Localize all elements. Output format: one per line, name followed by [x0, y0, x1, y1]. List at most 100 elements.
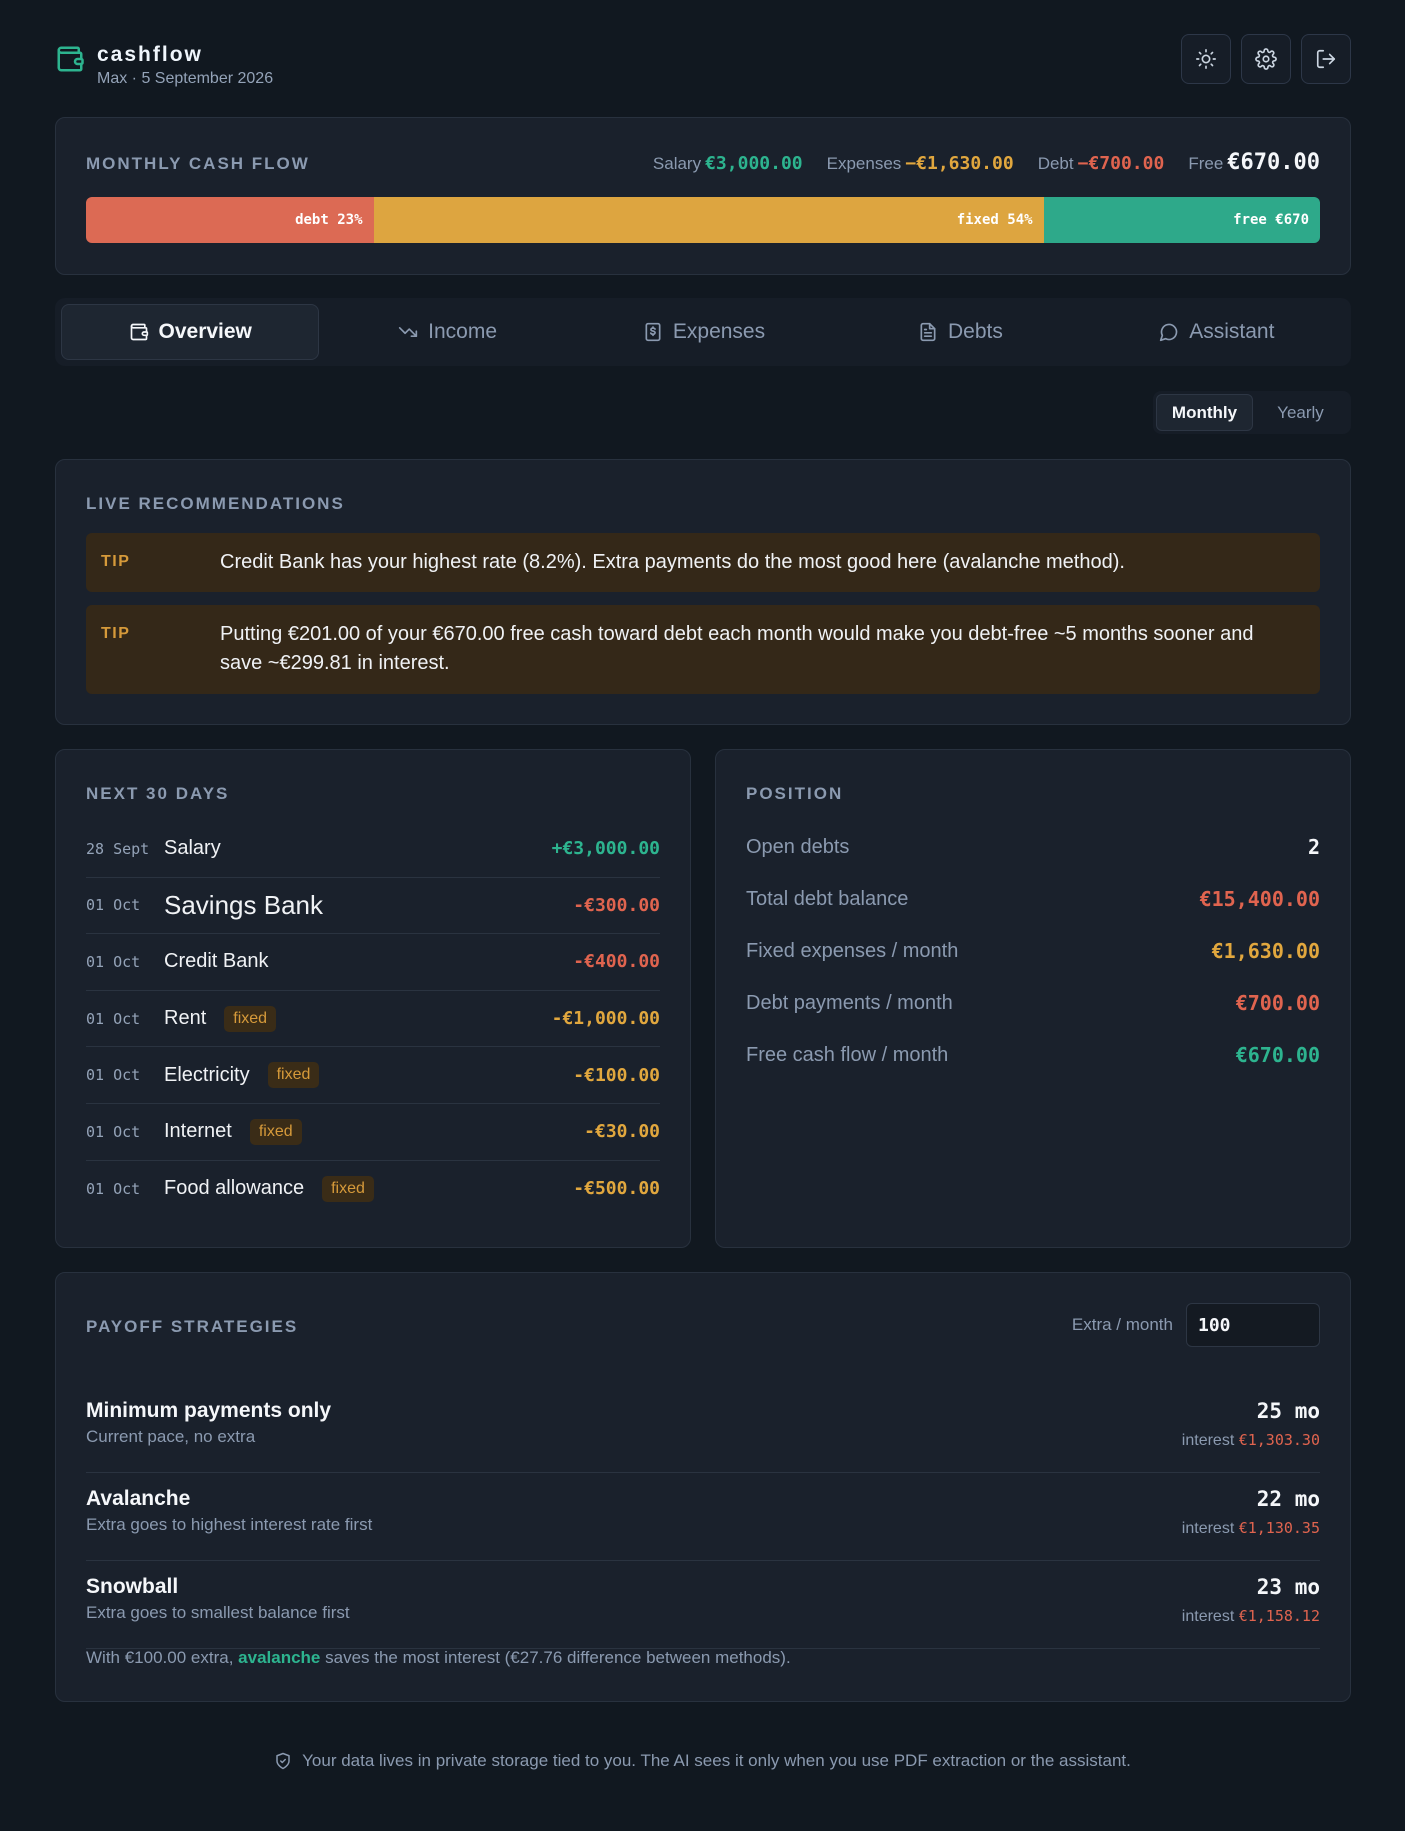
settings-button[interactable] [1241, 34, 1291, 84]
tab-assistant[interactable]: Assistant [1089, 304, 1345, 360]
list-item: 01 Oct Rent fixed -€1,000.00 [86, 991, 660, 1048]
tip-text: Credit Bank has your highest rate (8.2%)… [220, 551, 1125, 573]
payoff-strategies-card: PAYOFF STRATEGIES Extra / month 100 Mini… [55, 1272, 1351, 1702]
item-date: 28 Sept [86, 839, 150, 858]
item-name: Electricity [164, 1063, 250, 1086]
tab-expenses[interactable]: Expenses [576, 304, 832, 360]
item-amount: -€1,000.00 [551, 1008, 660, 1030]
summary-suffix: saves the most interest (€27.76 differen… [325, 1648, 791, 1667]
strategy-description: Extra goes to smallest balance first [86, 1603, 350, 1622]
item-amount: -€100.00 [573, 1064, 660, 1086]
strategy-interest: interest €1,158.12 [1182, 1607, 1320, 1626]
privacy-text: Your data lives in private storage tied … [302, 1751, 1131, 1770]
tab-label: Debts [947, 320, 1003, 343]
app-name: cashflow [97, 43, 203, 66]
extra-per-month-input[interactable]: 100 [1186, 1303, 1320, 1347]
item-date: 01 Oct [86, 1009, 141, 1028]
salary-value: €3,000.00 [705, 153, 803, 174]
brand: cashflow Max · 5 September 2026 [55, 44, 273, 88]
strategy-name: Minimum payments only [86, 1399, 332, 1422]
tab-label: Assistant [1189, 320, 1275, 343]
position-value: 2 [1307, 835, 1320, 859]
interest-label: interest [1181, 1520, 1235, 1537]
position-label: Free cash flow / month [746, 1043, 949, 1066]
strategy-row: Avalanche Extra goes to highest interest… [86, 1473, 1320, 1561]
expenses-value: −€1,630.00 [905, 153, 1014, 174]
theme-toggle-button[interactable] [1181, 34, 1231, 84]
interest-value: €1,130.35 [1238, 1519, 1320, 1537]
interest-value: €1,158.12 [1238, 1607, 1320, 1625]
position-label: Total debt balance [746, 887, 909, 910]
tip-tag: TIP [101, 553, 131, 570]
position-value: €1,630.00 [1211, 939, 1320, 963]
free-segment: free €670 [1043, 197, 1320, 243]
tab-label: Income [428, 320, 498, 343]
logout-button[interactable] [1301, 34, 1351, 84]
next-30-days-card: NEXT 30 DAYS 28 Sept Salary +€3,000.00 0… [55, 749, 691, 1248]
position-label: Fixed expenses / month [746, 939, 959, 962]
section-title: NEXT 30 DAYS [86, 784, 230, 803]
tab-income[interactable]: Income [319, 304, 575, 360]
list-item: 01 Oct Internet fixed -€30.00 [86, 1104, 660, 1161]
strategy-summary: With €100.00 extra, avalanche saves the … [86, 1648, 791, 1668]
strategy-name: Avalanche [86, 1487, 191, 1510]
yearly-toggle-button[interactable]: Yearly [1253, 394, 1348, 431]
debt-stat: Debt −€700.00 [1038, 153, 1165, 174]
strategy-description: Extra goes to highest interest rate firs… [86, 1515, 373, 1534]
strategy-months: 25 mo [1256, 1399, 1320, 1423]
strategy-interest: interest €1,130.35 [1182, 1519, 1320, 1538]
section-title: MONTHLY CASH FLOW [86, 154, 310, 173]
tab-debts[interactable]: Debts [832, 304, 1088, 360]
item-name: Savings Bank [164, 889, 323, 920]
tip-text: Putting €201.00 of your €670.00 free cas… [220, 623, 1254, 674]
monthly-toggle-button[interactable]: Monthly [1156, 394, 1253, 431]
section-title: PAYOFF STRATEGIES [86, 1317, 299, 1336]
position-row: Total debt balance €15,400.00 [746, 873, 1320, 925]
position-list: Open debts 2 Total debt balance €15,400.… [746, 821, 1320, 1081]
recommendation-tip: TIP Credit Bank has your highest rate (8… [86, 533, 1320, 592]
position-card: POSITION Open debts 2 Total debt balance… [715, 749, 1351, 1248]
trend-down-icon [399, 327, 418, 337]
item-date: 01 Oct [86, 952, 141, 971]
cash-flow-summary: Salary €3,000.00 Expenses −€1,630.00 Debt −… [653, 150, 1320, 175]
item-date: 01 Oct [86, 896, 141, 915]
list-item: 01 Oct Food allowance fixed -€500.00 [86, 1161, 660, 1218]
fixed-badge: fixed [249, 1118, 302, 1145]
item-amount: +€3,000.00 [551, 838, 660, 860]
position-row: Free cash flow / month €670.00 [746, 1029, 1320, 1081]
interest-value: €1,303.30 [1238, 1431, 1320, 1449]
fixed-badge: fixed [267, 1062, 320, 1089]
position-value: €670.00 [1235, 1043, 1320, 1067]
item-amount: -€30.00 [584, 1121, 660, 1143]
tab-overview[interactable]: Overview [61, 304, 320, 360]
wallet-icon [57, 46, 84, 72]
section-title: POSITION [746, 784, 844, 803]
interest-label: interest [1181, 1608, 1235, 1625]
extra-label: Extra / month [1071, 1315, 1173, 1334]
section-title: LIVE RECOMMENDATIONS [86, 494, 345, 513]
salary-label: Salary [652, 154, 702, 173]
position-row: Debt payments / month €700.00 [746, 977, 1320, 1029]
position-row: Fixed expenses / month €1,630.00 [746, 925, 1320, 977]
position-value: €15,400.00 [1199, 887, 1320, 911]
list-item: 01 Oct Credit Bank -€400.00 [86, 934, 660, 991]
free-stat: Free €670.00 [1188, 150, 1320, 175]
tab-label: Overview [158, 320, 252, 343]
wallet-icon [130, 323, 148, 341]
summary-prefix: With €100.00 extra, [86, 1648, 234, 1667]
tab-label: Expenses [672, 320, 766, 343]
strategy-months: 22 mo [1256, 1487, 1320, 1511]
shield-check-icon [276, 1752, 290, 1770]
item-amount: -€500.00 [573, 1178, 660, 1200]
upcoming-list: 28 Sept Salary +€3,000.00 01 Oct Savings… [86, 821, 660, 1217]
expenses-stat: Expenses −€1,630.00 [827, 153, 1014, 174]
interest-label: interest [1181, 1432, 1235, 1449]
strategy-row: Snowball Extra goes to smallest balance … [86, 1561, 1320, 1649]
item-date: 01 Oct [86, 1066, 141, 1085]
position-label: Debt payments / month [746, 991, 953, 1014]
position-row: Open debts 2 [746, 821, 1320, 873]
cash-flow-bar: debt 23% fixed 54% free €670 [86, 197, 1320, 243]
free-value: €670.00 [1227, 150, 1320, 175]
sun-icon [1196, 49, 1216, 69]
strategy-description: Current pace, no extra [86, 1427, 256, 1446]
